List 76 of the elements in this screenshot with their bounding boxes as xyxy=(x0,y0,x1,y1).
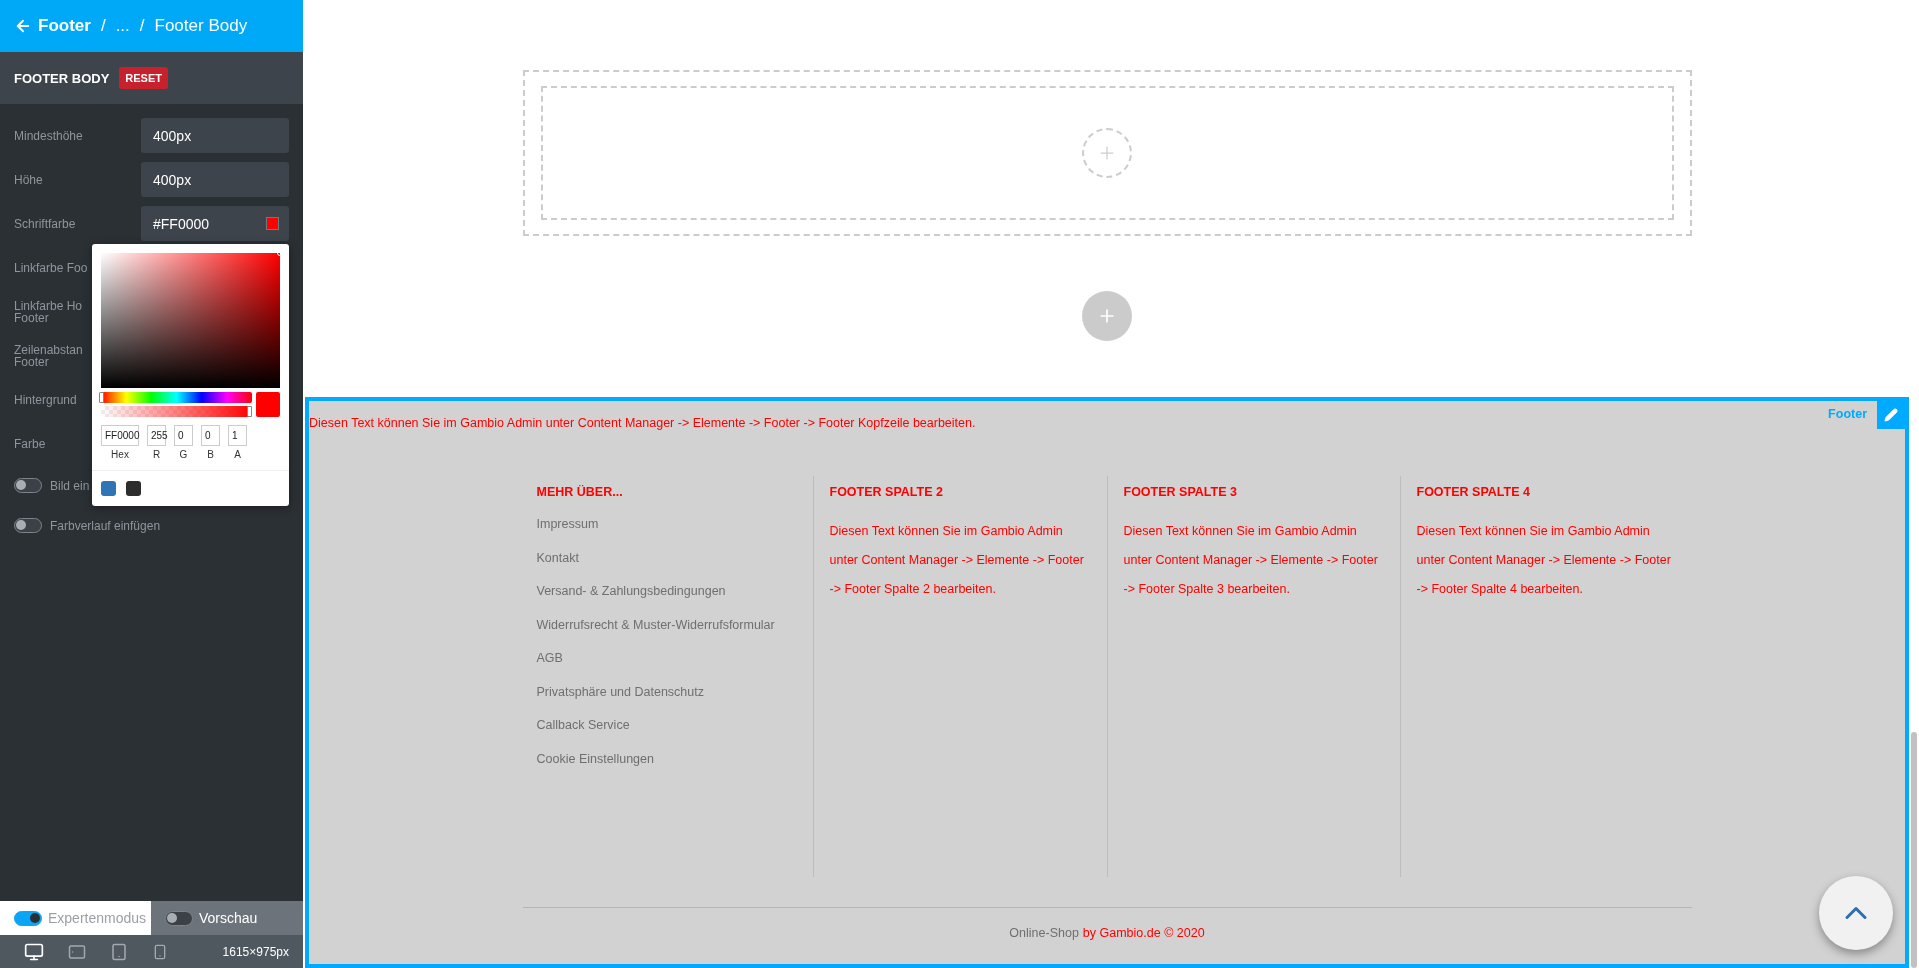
slider-thumb[interactable] xyxy=(247,406,252,417)
menu-link[interactable]: Impressum xyxy=(536,508,599,542)
menu-link[interactable]: Cookie Einstellungen xyxy=(536,742,654,776)
color-value-field[interactable]: FF0000 xyxy=(101,425,139,446)
slider-thumb[interactable] xyxy=(99,392,104,403)
section-title: FOOTER BODY xyxy=(14,70,110,86)
preset-color[interactable] xyxy=(101,481,116,496)
column-title: FOOTER SPALTE 4 xyxy=(1416,484,1531,500)
mode-label: Vorschau xyxy=(199,910,258,926)
color-field[interactable]: #FF0000 xyxy=(141,206,289,241)
column-title: MEHR ÜBER... xyxy=(536,484,624,500)
footer-header-text: Diesen Text können Sie im Gambio Admin unter Content Manager -> Elemente -> Footer -> Footer Kopfzeile bearbeiten. xyxy=(309,415,976,431)
phone-icon xyxy=(152,943,168,960)
input-field[interactable]: 400px xyxy=(141,162,289,197)
hue-slider[interactable] xyxy=(101,392,252,403)
copyright-link[interactable]: by Gambio.de © 2020 xyxy=(1082,926,1205,940)
preset-color[interactable] xyxy=(126,481,141,496)
tablet-icon xyxy=(110,942,128,961)
color-value-label: G xyxy=(179,449,188,460)
color-value-label: Hex xyxy=(111,449,129,460)
menu-link[interactable]: Versand- & Zahlungsbedingungen xyxy=(536,575,726,609)
menu-link[interactable]: Privatsphäre und Datenschutz xyxy=(536,675,704,709)
toggle-switch[interactable] xyxy=(14,518,42,533)
device-button[interactable] xyxy=(152,943,168,960)
column-text: Diesen Text können Sie im Gambio Admin unter Content Manager -> Elemente -> Footer -> Footer Spalte 2 bearbeiten. xyxy=(829,523,1085,598)
column-text: Diesen Text können Sie im Gambio Admin unter Content Manager -> Elemente -> Footer -> Footer Spalte 4 bearbeiten. xyxy=(1416,523,1672,598)
reset-button[interactable]: RESET xyxy=(119,67,169,89)
input-field[interactable]: 400px xyxy=(141,118,289,153)
color-value-field[interactable]: 0 xyxy=(174,425,193,446)
field-label: Mindesthöhe xyxy=(14,129,83,142)
field-label: Footer xyxy=(14,311,50,324)
toggle-switch[interactable] xyxy=(14,478,42,493)
viewport-size: 1615×975px xyxy=(222,944,289,959)
toggle-switch[interactable] xyxy=(14,910,42,926)
color-value-label: B xyxy=(207,449,214,460)
mode-label: Expertenmodus xyxy=(48,910,147,926)
tablet-icon xyxy=(68,942,86,961)
color-value-label: R xyxy=(152,449,161,460)
back-link[interactable]: Footer xyxy=(14,16,91,36)
device-button[interactable] xyxy=(68,942,86,961)
toggle-switch[interactable] xyxy=(165,910,193,926)
menu-link[interactable]: Widerrufsrecht & Muster-Widerrufsformular xyxy=(536,608,775,642)
color-value-field[interactable]: 1 xyxy=(228,425,247,446)
menu-link[interactable]: Kontakt xyxy=(536,541,579,575)
field-label: Farbverlauf einfügen xyxy=(50,519,161,532)
device-button[interactable] xyxy=(110,942,128,961)
breadcrumb-separator: / xyxy=(100,16,106,36)
field-label: Zeilenabstan xyxy=(14,343,83,356)
section-tag: Footer xyxy=(1828,401,1877,429)
field-label: Schriftfarbe xyxy=(14,217,76,230)
breadcrumb-separator: / xyxy=(139,16,145,36)
field-label: Footer xyxy=(14,355,50,368)
field-label: Farbe xyxy=(14,437,46,450)
color-value-field[interactable]: 0 xyxy=(201,425,220,446)
field-label: Linkfarbe Foo xyxy=(14,261,88,274)
saturation-area[interactable] xyxy=(101,253,280,388)
desktop-icon xyxy=(24,941,44,962)
menu-link[interactable]: Callback Service xyxy=(536,709,630,743)
column-title: FOOTER SPALTE 3 xyxy=(1123,484,1238,500)
field-label: Linkfarbe Ho xyxy=(14,299,83,312)
pencil-icon xyxy=(1884,408,1898,422)
device-button[interactable] xyxy=(24,941,44,962)
scrollbar-thumb[interactable] xyxy=(1911,732,1917,968)
color-value-label: A xyxy=(234,449,241,460)
column-text: Diesen Text können Sie im Gambio Admin unter Content Manager -> Elemente -> Footer -> Footer Spalte 3 bearbeiten. xyxy=(1123,523,1379,598)
copyright-text: Online-Shop xyxy=(1009,926,1079,940)
menu-link[interactable]: AGB xyxy=(536,642,563,676)
column-title: FOOTER SPALTE 2 xyxy=(829,484,944,500)
breadcrumb-item: Footer Body xyxy=(154,16,248,36)
field-label: Höhe xyxy=(14,173,43,186)
scroll-top-button[interactable] xyxy=(1819,876,1893,950)
alpha-slider[interactable] xyxy=(101,406,252,417)
breadcrumb-item: ... xyxy=(115,16,130,36)
field-label: Bild ein xyxy=(50,479,90,492)
field-label: Hintergrund xyxy=(14,393,77,406)
color-value-field[interactable]: 255 xyxy=(147,425,166,446)
